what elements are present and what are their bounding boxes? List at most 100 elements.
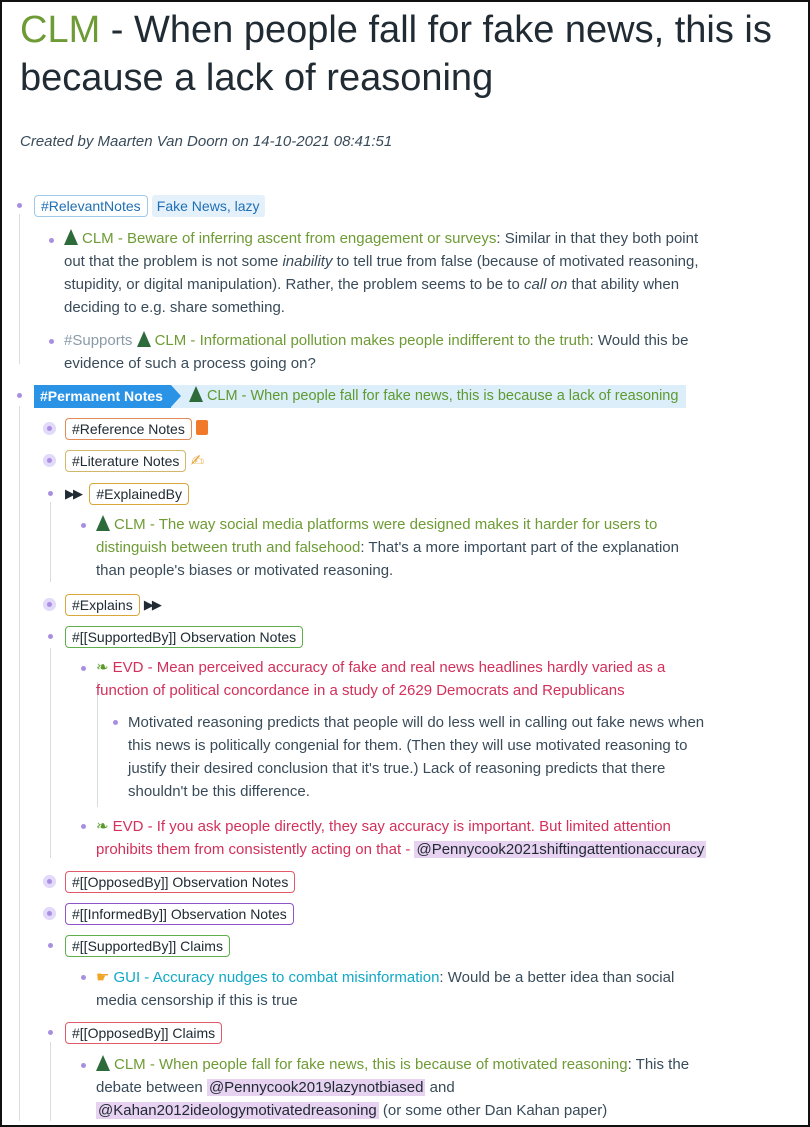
relevant-notes-row: #RelevantNotes Fake News, lazy [34, 194, 265, 218]
literature-notes-tag[interactable]: #Literature Notes [65, 450, 187, 473]
bullet[interactable] [48, 943, 53, 948]
bullet[interactable] [49, 238, 54, 243]
evidence-link[interactable]: prohibits them from consistently acting … [96, 841, 414, 858]
list-item: #Supports CLM - Informational pollution … [64, 329, 806, 375]
bullet[interactable] [47, 458, 52, 463]
tree-icon [96, 515, 110, 531]
pointing-hand-icon: ☛ [96, 969, 110, 986]
note-link[interactable]: CLM - The way social media platforms wer… [114, 516, 657, 533]
note-text: : This the [627, 1056, 690, 1073]
note-text: : Similar in that they both point [496, 230, 699, 247]
list-item: ☛ GUI - Accuracy nudges to combat misinfo… [96, 966, 806, 1012]
bullet[interactable] [81, 824, 86, 829]
permanent-notes-row: #Permanent Notes CLM - When people fall f… [34, 384, 687, 408]
rail [50, 502, 51, 582]
reference-notes-row: #Reference Notes [65, 417, 208, 441]
guide-link[interactable]: GUI - Accuracy nudges to combat misinfor… [113, 969, 439, 986]
citation-link[interactable]: @Pennycook2019lazynotbiased [206, 1079, 426, 1096]
play-arrows-icon[interactable]: ▶▶ [144, 597, 162, 612]
note-text: deciding to e.g. share something. [64, 299, 285, 316]
relevant-notes-tag[interactable]: #RelevantNotes [34, 195, 148, 218]
note-text: and [425, 1079, 455, 1096]
note-text: shouldn't be this difference. [128, 783, 310, 800]
bullet[interactable] [113, 720, 118, 725]
bullet[interactable] [17, 203, 22, 208]
note-link[interactable]: distinguish between truth and falsehood [96, 539, 360, 556]
bullet[interactable] [48, 491, 53, 496]
evidence-link[interactable]: function of political concordance in a s… [96, 679, 806, 702]
evidence-link[interactable]: EVD - If you ask people directly, they s… [113, 818, 671, 835]
list-item: CLM - The way social media platforms wer… [96, 513, 806, 582]
note-text: : Would this be [589, 332, 689, 349]
rail [50, 1042, 51, 1121]
note-text: that ability when [567, 276, 680, 293]
note-link[interactable]: CLM - Beware of inferring ascent from en… [82, 230, 496, 247]
list-item: ❧ EVD - If you ask people directly, they … [96, 815, 808, 861]
supported-obs-row: #[[SupportedBy]] Observation Notes [65, 625, 304, 649]
page-title: CLM - When people fall for fake news, th… [20, 6, 800, 102]
list-item: CLM - When people fall for fake news, th… [96, 1053, 808, 1122]
note-text: stupidity, or digital manipulation). Rat… [64, 276, 524, 293]
opposed-obs-row: #[[OpposedBy]] Observation Notes [65, 870, 296, 894]
writing-hand-icon: ✍ [190, 452, 204, 470]
note-text: debate between [96, 1079, 207, 1096]
bullet[interactable] [47, 426, 52, 431]
opposed-obs-tag[interactable]: #[[OpposedBy]] Observation Notes [65, 871, 296, 894]
note-page: CLM - When people fall for fake news, th… [0, 0, 810, 1127]
permanent-note-title[interactable]: CLM - When people fall for fake news, th… [170, 384, 687, 408]
tree-icon [96, 1055, 110, 1071]
title-prefix: CLM [20, 9, 101, 51]
explained-by-tag[interactable]: #ExplainedBy [89, 483, 189, 506]
bullet[interactable] [81, 666, 86, 671]
note-text: : Would be a better idea than social [439, 969, 675, 986]
bullet[interactable] [47, 602, 52, 607]
bullet[interactable] [48, 634, 53, 639]
note-text: this news is politically congenial for t… [128, 737, 688, 754]
note-link[interactable]: CLM - When people fall for fake news, th… [114, 1056, 628, 1073]
emphasis: call on [523, 276, 568, 293]
opposed-claims-row: #[[OpposedBy]] Claims [65, 1021, 223, 1045]
bullet[interactable] [81, 523, 86, 528]
created-meta: Created by Maarten Van Doorn on 14-10-20… [20, 133, 393, 150]
rail [19, 214, 20, 364]
supported-claims-tag[interactable]: #[[SupportedBy]] Claims [65, 935, 230, 958]
list-item: ❧ EVD - Mean perceived accuracy of fake a… [96, 656, 806, 702]
permanent-notes-tag[interactable]: #Permanent Notes [34, 384, 181, 408]
supports-tag[interactable]: #Supports [64, 332, 132, 349]
explains-tag[interactable]: #Explains [65, 594, 140, 617]
citation-link[interactable]: @Kahan2012ideologymotivatedreasoning [96, 1102, 379, 1119]
reference-notes-tag[interactable]: #Reference Notes [65, 418, 192, 441]
explained-by-row: ▶▶ #ExplainedBy [65, 482, 189, 506]
note-link[interactable]: CLM - Informational pollution makes peop… [155, 332, 590, 349]
note-text: : That's a more important part of the ex… [360, 539, 679, 556]
note-text: media censorship if this is true [96, 992, 298, 1009]
opposed-claims-tag[interactable]: #[[OpposedBy]] Claims [65, 1022, 223, 1045]
title-text: - When people fall for fake news, this i… [20, 9, 772, 99]
note-text: evidence of such a process going on? [64, 355, 316, 372]
note-text: Motivated reasoning predicts that people… [128, 714, 705, 731]
list-item: Motivated reasoning predicts that people… [128, 711, 808, 803]
note-text: than people's biases or motivated reason… [96, 562, 394, 579]
seedling-icon: ❧ [96, 818, 109, 835]
informed-obs-tag[interactable]: #[[InformedBy]] Observation Notes [65, 903, 294, 926]
note-text: out that the problem is not some [64, 253, 283, 270]
seedling-icon: ❧ [96, 659, 109, 676]
evidence-link[interactable]: EVD - Mean perceived accuracy of fake an… [113, 659, 666, 676]
play-arrows-icon[interactable]: ▶▶ [65, 486, 83, 501]
bullet[interactable] [17, 393, 22, 398]
supported-obs-tag[interactable]: #[[SupportedBy]] Observation Notes [65, 626, 304, 649]
citation-link[interactable]: @Pennycook2021shiftingattentionaccuracy [414, 841, 707, 858]
supported-claims-row: #[[SupportedBy]] Claims [65, 934, 230, 958]
bullet[interactable] [47, 911, 52, 916]
tree-icon [64, 229, 78, 245]
bullet[interactable] [48, 1030, 53, 1035]
bullet[interactable] [49, 339, 54, 344]
relevant-notes-value[interactable]: Fake News, lazy [151, 195, 265, 218]
bullet[interactable] [47, 879, 52, 884]
bullet[interactable] [81, 1063, 86, 1068]
book-icon [195, 420, 208, 435]
informed-obs-row: #[[InformedBy]] Observation Notes [65, 902, 294, 926]
tree-icon [188, 385, 203, 402]
rail [19, 406, 20, 1121]
bullet[interactable] [81, 975, 86, 980]
